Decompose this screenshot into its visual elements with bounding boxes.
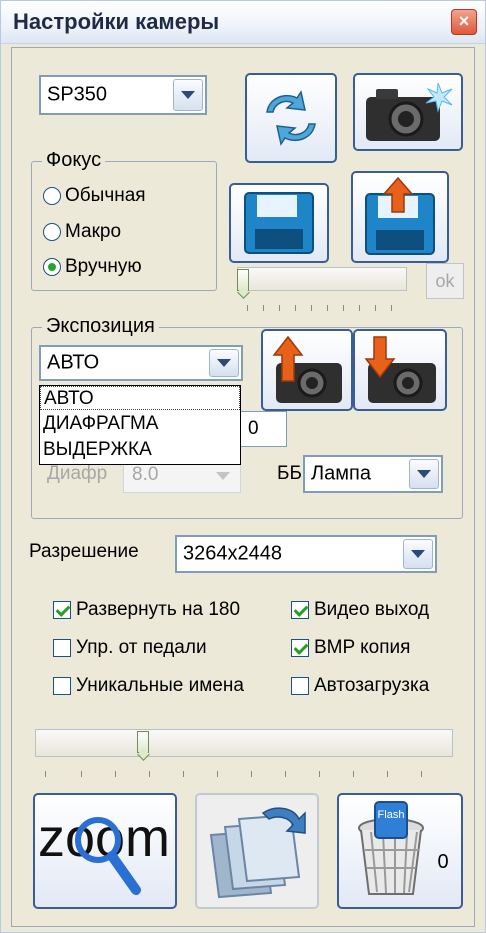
focus-option-label: Вручную	[65, 256, 142, 277]
clear-flash-button[interactable]: Flash 0	[337, 793, 463, 909]
manual-focus-thumb[interactable]	[237, 269, 249, 291]
white-balance-select[interactable]: Лампа	[303, 455, 443, 493]
window-title: Настройки камеры	[13, 9, 220, 34]
exposure-mode-value: АВТО	[47, 351, 100, 374]
checkbox-checked	[291, 600, 309, 619]
zoom-slider[interactable]	[35, 729, 453, 757]
refresh-icon	[266, 90, 316, 146]
focus-option-normal[interactable]: Обычная	[43, 185, 146, 207]
checkbox-unchecked	[53, 676, 71, 695]
focus-legend: Фокус	[42, 149, 106, 172]
resolution-select[interactable]: 3264x2448	[175, 535, 437, 573]
radio-circle-selected	[43, 257, 61, 276]
focus-option-manual[interactable]: Вручную	[43, 256, 142, 278]
aperture-value: 8.0	[132, 464, 159, 485]
checkbox-label: BMP копия	[314, 637, 411, 658]
video-out-checkbox[interactable]: Видео выход	[291, 599, 429, 621]
resolution-value: 3264x2448	[183, 542, 282, 565]
checkbox-label: Автозагрузка	[314, 675, 430, 696]
focus-option-label: Обычная	[65, 185, 146, 206]
chevron-down-icon[interactable]	[403, 539, 433, 569]
bmp-copy-checkbox[interactable]: BMP копия	[291, 637, 410, 659]
camera-settings-window: Настройки камеры × SP350 Фокус Обычная М…	[0, 0, 486, 933]
manual-focus-slider[interactable]	[237, 267, 407, 291]
resolution-label: Разрешение	[29, 541, 139, 562]
white-balance-value: Лампа	[311, 462, 371, 485]
save-button[interactable]	[229, 183, 329, 263]
focus-option-macro[interactable]: Макро	[43, 221, 121, 243]
folder-refresh-icon	[209, 807, 306, 899]
title-bar[interactable]: Настройки камеры ×	[1, 1, 485, 44]
chevron-down-icon[interactable]	[173, 79, 203, 111]
autoload-checkbox[interactable]: Автозагрузка	[291, 675, 429, 697]
folder-button	[195, 793, 319, 909]
chevron-down-icon[interactable]	[409, 459, 439, 489]
floppy-upload-icon	[365, 176, 435, 255]
camera-download-icon	[364, 336, 436, 403]
focus-option-label: Макро	[65, 221, 122, 242]
checkbox-unchecked	[291, 676, 309, 695]
chevron-down-icon[interactable]	[209, 349, 239, 377]
zoom-slider-thumb[interactable]	[137, 731, 149, 753]
zoom-button[interactable]: zoom	[33, 793, 177, 909]
unique-names-checkbox[interactable]: Уникальные имена	[53, 675, 244, 697]
dropdown-option-auto[interactable]: АВТО	[40, 386, 240, 410]
checkbox-label: Видео выход	[314, 599, 430, 620]
checkbox-checked	[53, 600, 71, 619]
flash-badge: Flash	[378, 809, 405, 821]
white-balance-label: ББ	[277, 463, 302, 484]
camera-model-select[interactable]: SP350	[39, 75, 207, 115]
exposure-mode-select[interactable]: АВТО	[39, 345, 243, 381]
checkbox-label: Уникальные имена	[76, 675, 244, 696]
checkbox-label: Упр. от педали	[76, 637, 207, 658]
camera-upload-icon	[272, 335, 342, 403]
chevron-down-icon	[216, 472, 230, 480]
checkbox-unchecked	[53, 638, 71, 657]
radio-circle	[43, 222, 61, 241]
rotate-180-checkbox[interactable]: Развернуть на 180	[53, 599, 240, 621]
capture-button[interactable]	[353, 73, 463, 151]
trash-bin-icon: Flash 0	[358, 801, 449, 895]
camera-flash-icon	[366, 82, 453, 141]
radio-circle	[43, 186, 61, 205]
focus-ok-button[interactable]: ok	[426, 263, 464, 299]
checkbox-label: Развернуть на 180	[76, 599, 241, 620]
camera-model-value: SP350	[47, 83, 108, 106]
refresh-button[interactable]	[245, 73, 337, 163]
shutter-field-value: 0	[248, 418, 259, 439]
dropdown-option-shutter[interactable]: ВЫДЕРЖКА	[40, 438, 240, 462]
exposure-mode-dropdown: АВТО ДИАФРАГМА ВЫДЕРЖКА	[39, 385, 241, 465]
checkbox-checked	[291, 638, 309, 657]
aperture-label: Диафр	[47, 463, 108, 484]
floppy-disk-icon	[244, 192, 314, 254]
save-upload-button[interactable]	[351, 171, 449, 263]
dropdown-option-aperture[interactable]: ДИАФРАГМА	[40, 412, 240, 436]
zoom-magnifier-icon: zoom	[38, 808, 170, 895]
exposure-legend: Экспозиция	[42, 315, 159, 338]
pedal-control-checkbox[interactable]: Упр. от педали	[53, 637, 207, 659]
camera-upload-button[interactable]	[261, 329, 353, 411]
flash-count: 0	[437, 851, 448, 873]
camera-download-button[interactable]	[353, 329, 447, 411]
close-button[interactable]: ×	[451, 9, 477, 35]
